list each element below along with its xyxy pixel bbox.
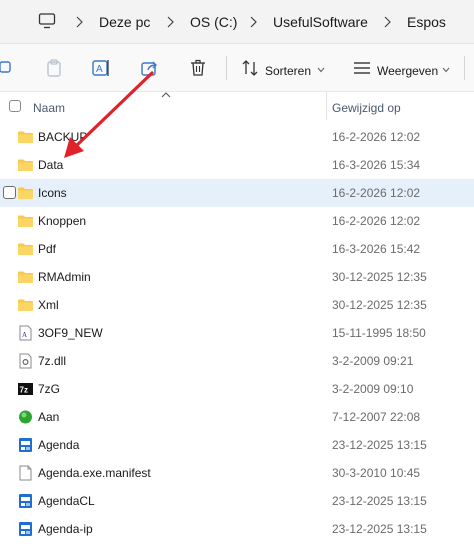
file-modified-date: 30-3-2010 10:45 — [332, 466, 421, 480]
file-row[interactable]: Aan 7-12-2007 22:08 — [0, 403, 474, 431]
file-name[interactable]: Xml — [38, 298, 59, 312]
file-row[interactable]: 7z.dll 3-2-2009 09:21 — [0, 347, 474, 375]
chevron-right-icon[interactable] — [165, 15, 175, 29]
file-icon — [17, 465, 34, 481]
folder-icon — [17, 129, 34, 145]
file-list: BACKUP 16-2-2026 12:02 Data 16-3-2026 15:34… — [0, 123, 474, 543]
copy-icon[interactable] — [0, 58, 14, 78]
file-modified-date: 30-12-2025 12:35 — [332, 298, 427, 312]
row-checkbox[interactable] — [3, 186, 16, 199]
file-modified-date: 30-12-2025 12:35 — [332, 270, 427, 284]
file-modified-date: 23-12-2025 13:15 — [332, 494, 427, 508]
file-row[interactable]: Agenda-ip 23-12-2025 13:15 — [0, 515, 474, 543]
dll-file-icon — [17, 353, 34, 369]
file-row[interactable]: Data 16-3-2026 15:34 — [0, 151, 474, 179]
file-modified-date: 16-2-2026 12:02 — [332, 214, 421, 228]
address-bar[interactable]: Deze pc OS (C:) UsefulSoftware Espos — [0, 0, 474, 44]
folder-icon — [17, 269, 34, 285]
file-modified-date: 23-12-2025 13:15 — [332, 522, 427, 536]
file-name[interactable]: 7z.dll — [38, 354, 66, 368]
chevron-right-icon[interactable] — [74, 15, 84, 29]
folder-icon — [17, 213, 34, 229]
folder-icon — [17, 241, 34, 257]
file-row[interactable]: BACKUP 16-2-2026 12:02 — [0, 123, 474, 151]
file-row[interactable]: Icons 16-2-2026 12:02 — [0, 179, 474, 207]
file-name[interactable]: Pdf — [38, 242, 56, 256]
column-header: Naam Gewijzigd op — [0, 92, 474, 120]
svg-text:A: A — [22, 331, 27, 339]
file-row[interactable]: Agenda.exe.manifest 30-3-2010 10:45 — [0, 459, 474, 487]
green-circle-icon — [17, 409, 34, 425]
breadcrumb-usefulsoftware[interactable]: UsefulSoftware — [273, 14, 368, 30]
sort-ascending-icon — [161, 92, 171, 98]
file-row[interactable]: Agenda 23-12-2025 13:15 — [0, 431, 474, 459]
file-modified-date: 7-12-2007 22:08 — [332, 410, 421, 424]
view-button[interactable]: Weergeven — [377, 64, 438, 78]
file-name[interactable]: Data — [38, 158, 63, 172]
file-name[interactable]: RMAdmin — [38, 270, 91, 284]
column-modified-header[interactable]: Gewijzigd op — [332, 101, 401, 115]
file-row[interactable]: 7z 7zG 3-2-2009 09:10 — [0, 375, 474, 403]
sort-icon[interactable] — [240, 58, 260, 78]
chevron-down-icon[interactable] — [442, 67, 450, 73]
svg-text:7z: 7z — [20, 386, 28, 395]
file-modified-date: 16-2-2026 12:02 — [332, 186, 421, 200]
file-modified-date: 16-2-2026 12:02 — [332, 130, 421, 144]
chevron-right-icon[interactable] — [382, 15, 392, 29]
breadcrumb-espos[interactable]: Espos — [407, 14, 446, 30]
file-name[interactable]: Agenda-ip — [38, 522, 93, 536]
file-name[interactable]: AgendaCL — [38, 494, 95, 508]
file-row[interactable]: Pdf 16-3-2026 15:42 — [0, 235, 474, 263]
file-modified-date: 3-2-2009 09:10 — [332, 382, 414, 396]
file-row[interactable]: AgendaCL 23-12-2025 13:15 — [0, 487, 474, 515]
file-name[interactable]: Agenda.exe.manifest — [38, 466, 151, 480]
command-bar: A Sorteren Weergeven — [0, 44, 474, 92]
folder-icon — [17, 297, 34, 313]
toolbar-divider — [464, 56, 465, 80]
app-exe-icon — [17, 521, 34, 537]
file-row[interactable]: RMAdmin 30-12-2025 12:35 — [0, 263, 474, 291]
folder-icon — [17, 185, 34, 201]
7zip-icon: 7z — [17, 381, 34, 397]
file-modified-date: 16-3-2026 15:42 — [332, 242, 421, 256]
file-modified-date: 3-2-2009 09:21 — [332, 354, 414, 368]
app-exe-icon — [17, 493, 34, 509]
column-name-header[interactable]: Naam — [33, 101, 65, 115]
toolbar-divider — [226, 56, 227, 80]
select-all-checkbox[interactable] — [9, 100, 21, 112]
font-file-icon: A — [17, 325, 34, 341]
file-name[interactable]: Aan — [38, 410, 59, 424]
delete-icon[interactable] — [188, 58, 208, 78]
rename-icon[interactable]: A — [91, 58, 111, 78]
file-name[interactable]: Icons — [38, 186, 67, 200]
file-name[interactable]: BACKUP — [38, 130, 87, 144]
file-modified-date: 23-12-2025 13:15 — [332, 438, 427, 452]
file-row[interactable]: Xml 30-12-2025 12:35 — [0, 291, 474, 319]
breadcrumb-drive[interactable]: OS (C:) — [190, 14, 237, 30]
share-icon[interactable] — [140, 58, 160, 78]
file-modified-date: 15-11-1995 18:50 — [332, 326, 426, 340]
file-row[interactable]: A 3OF9_NEW 15-11-1995 18:50 — [0, 319, 474, 347]
file-name[interactable]: 3OF9_NEW — [38, 326, 103, 340]
this-pc-icon[interactable] — [38, 12, 56, 30]
folder-icon — [17, 157, 34, 173]
chevron-down-icon[interactable] — [317, 67, 325, 73]
file-name[interactable]: Knoppen — [38, 214, 86, 228]
breadcrumb-this-pc[interactable]: Deze pc — [99, 14, 150, 30]
file-row[interactable]: Knoppen 16-2-2026 12:02 — [0, 207, 474, 235]
column-divider[interactable] — [326, 92, 327, 120]
svg-text:A: A — [96, 64, 103, 75]
chevron-right-icon[interactable] — [248, 15, 258, 29]
paste-icon[interactable] — [44, 58, 64, 78]
file-modified-date: 16-3-2026 15:34 — [332, 158, 421, 172]
app-exe-icon — [17, 437, 34, 453]
file-name[interactable]: 7zG — [38, 382, 60, 396]
file-name[interactable]: Agenda — [38, 438, 79, 452]
sort-button[interactable]: Sorteren — [265, 64, 311, 78]
view-icon[interactable] — [352, 58, 372, 78]
